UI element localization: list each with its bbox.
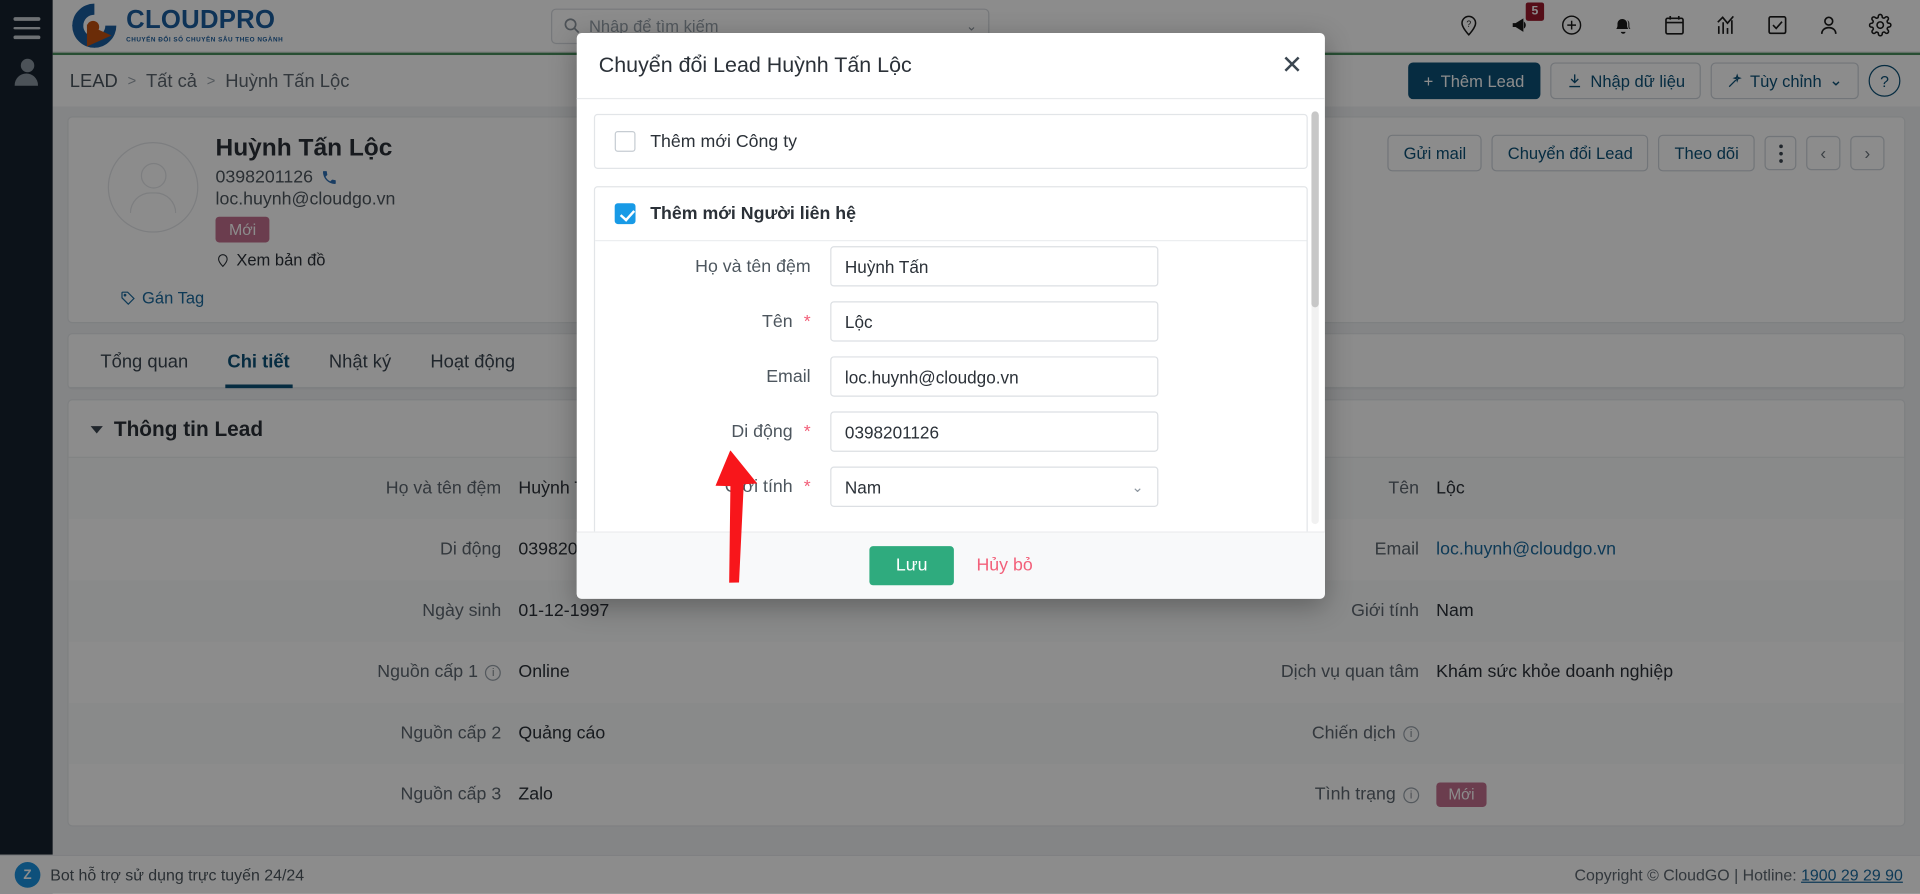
mobile-input[interactable]: 0398201126 <box>830 411 1159 452</box>
company-group: Thêm mới Công ty <box>593 113 1308 169</box>
contact-group-header: Thêm mới Người liên hệ <box>595 187 1307 242</box>
form-row-email: Email loc.huynh@cloudgo.vn <box>615 356 1287 397</box>
gender-select[interactable]: Nam ⌄ <box>830 466 1159 507</box>
add-company-checkbox[interactable] <box>614 131 636 152</box>
required-asterisk: * <box>803 476 811 497</box>
modal-scrollbar-thumb[interactable] <box>1311 111 1319 308</box>
close-icon[interactable]: ✕ <box>1281 53 1303 79</box>
form-label: Di động <box>731 421 793 442</box>
chevron-down-icon: ⌄ <box>1131 478 1144 496</box>
last-name-input[interactable]: Huỳnh Tấn <box>830 246 1159 287</box>
form-label: Họ và tên đệm <box>695 256 811 277</box>
required-asterisk: * <box>803 311 811 332</box>
form-row-ho-ten-dem: Họ và tên đệm Huỳnh Tấn <box>615 246 1287 287</box>
form-row-ten: Tên * Lộc <box>615 301 1287 342</box>
form-label: Email <box>766 366 811 387</box>
modal-title: Chuyển đổi Lead Huỳnh Tấn Lộc <box>598 52 912 78</box>
gender-selected-value: Nam <box>844 476 882 497</box>
company-group-header: Thêm mới Công ty <box>595 115 1306 168</box>
convert-lead-modal: Chuyển đổi Lead Huỳnh Tấn Lộc ✕ Thêm mới… <box>576 33 1325 599</box>
first-name-input[interactable]: Lộc <box>830 301 1159 342</box>
add-contact-checkbox[interactable] <box>614 203 636 225</box>
contact-group: Thêm mới Người liên hệ Họ và tên đệm Huỳ… <box>593 186 1308 532</box>
app-root: CLOUDPRO CHUYỂN ĐỔI SỐ CHUYÊN SÂU THEO N… <box>0 0 1920 894</box>
add-company-label: Thêm mới Công ty <box>650 131 798 152</box>
required-asterisk: * <box>803 421 811 442</box>
contact-fields: Họ và tên đệm Huỳnh Tấn Tên * Lộc Email … <box>595 241 1306 531</box>
form-label-wrap: Tên * <box>615 312 831 332</box>
form-row-di-dong: Di động * 0398201126 <box>615 411 1287 452</box>
form-label-wrap: Di động * <box>615 422 831 442</box>
email-input[interactable]: loc.huynh@cloudgo.vn <box>830 356 1159 397</box>
modal-header: Chuyển đổi Lead Huỳnh Tấn Lộc ✕ <box>576 33 1325 100</box>
form-row-gioi-tinh: Giới tính * Nam ⌄ <box>615 466 1287 507</box>
cancel-button[interactable]: Hủy bỏ <box>976 556 1032 576</box>
modal-footer: Lưu Hủy bỏ <box>576 531 1325 599</box>
save-button[interactable]: Lưu <box>868 546 955 586</box>
add-contact-label: Thêm mới Người liên hệ <box>650 203 857 224</box>
form-label: Tên <box>762 311 793 332</box>
form-label: Giới tính <box>724 476 793 497</box>
form-label-wrap: Giới tính * <box>615 477 831 497</box>
modal-body: Thêm mới Công ty Thêm mới Người liên hệ … <box>577 99 1325 532</box>
